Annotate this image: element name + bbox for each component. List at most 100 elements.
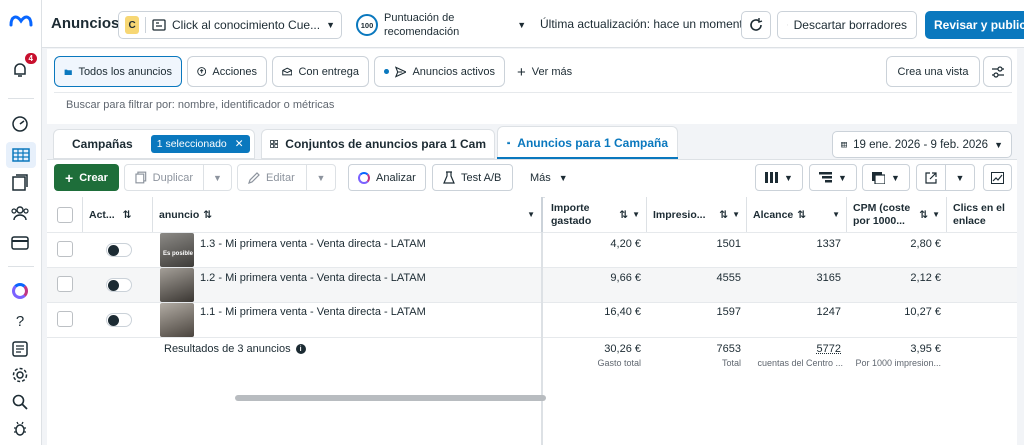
billing-card-icon[interactable] <box>9 232 31 254</box>
tab-actions[interactable]: Acciones <box>187 56 267 87</box>
select-all-checkbox[interactable] <box>56 206 73 223</box>
ad-status-toggle[interactable] <box>106 243 132 257</box>
settings-gear-icon[interactable] <box>9 364 31 386</box>
horizontal-scrollbar[interactable] <box>235 395 546 401</box>
ad-thumbnail[interactable] <box>160 268 194 302</box>
duplicate-button[interactable]: Duplicar <box>124 164 204 191</box>
meta-logo-icon[interactable] <box>8 9 34 31</box>
ab-test-label: Test A/B <box>461 171 502 184</box>
chevron-down-icon[interactable]: ▼ <box>732 210 740 219</box>
sort-icon[interactable]: ⇅ <box>203 209 212 221</box>
duplicate-dropdown[interactable]: ▼ <box>203 164 232 191</box>
sort-icon[interactable]: ⇅ <box>619 209 628 221</box>
score-ring: 100 <box>356 14 378 36</box>
total-spent-caption: Gasto total <box>597 358 641 368</box>
tab-with-delivery[interactable]: Con entrega <box>272 56 369 87</box>
analyze-label: Analizar <box>376 171 416 184</box>
refresh-button[interactable] <box>741 11 771 39</box>
view-settings-button[interactable] <box>983 56 1012 87</box>
breakdown-button[interactable]: ▼ <box>809 164 857 191</box>
chevron-down-icon: ▼ <box>994 139 1003 150</box>
header-link-clicks[interactable]: Clics en el enlace <box>947 197 1017 232</box>
discard-drafts-button[interactable]: Descartar borradores <box>777 11 917 39</box>
tab-adsets[interactable]: Conjuntos de anuncios para 1 Cam <box>261 129 495 159</box>
bug-report-icon[interactable] <box>9 418 31 440</box>
reports-button[interactable]: ▼ <box>862 164 910 191</box>
chevron-down-icon: ▼ <box>784 172 793 183</box>
chevron-down-icon[interactable]: ▼ <box>632 210 640 219</box>
tab-campaigns[interactable]: Campañas 1 seleccionado ✕ <box>53 129 255 159</box>
upload-circle-icon <box>197 67 207 76</box>
ad-name[interactable]: 1.2 - Mi primera venta - Venta directa -… <box>200 260 426 295</box>
export-button[interactable] <box>916 164 946 191</box>
ad-status-toggle[interactable] <box>106 313 132 327</box>
tab-campaigns-label: Campañas <box>72 137 133 151</box>
recommendation-score[interactable]: 100 Puntuación de recomendación ▼ <box>356 10 526 40</box>
sidebar-divider <box>8 98 34 99</box>
tab-ads[interactable]: Anuncios para 1 Campaña <box>497 126 678 159</box>
info-icon[interactable]: i <box>295 344 306 354</box>
total-impressions: 7653 <box>716 343 741 355</box>
ad-thumbnail[interactable] <box>160 303 194 337</box>
meta-ai-ring-icon[interactable] <box>9 280 31 302</box>
plus-icon: + <box>65 169 74 186</box>
active-dot <box>384 69 389 74</box>
ad-name[interactable]: 1.1 - Mi primera venta - Venta directa -… <box>200 294 426 329</box>
help-question-icon[interactable]: ? <box>9 310 31 332</box>
see-more-button[interactable]: + Ver más <box>517 62 572 82</box>
sort-icon[interactable]: ⇅ <box>719 209 728 221</box>
chevron-down-icon: ▼ <box>517 20 527 30</box>
totals-label: Resultados de 3 anuncios i <box>164 343 306 355</box>
close-icon[interactable]: ✕ <box>235 138 244 150</box>
notification-badge: 4 <box>24 53 37 64</box>
selected-chip[interactable]: 1 seleccionado ✕ <box>150 135 250 153</box>
pages-icon[interactable] <box>9 172 31 194</box>
breakdown-icon <box>819 172 833 183</box>
reports-icon[interactable] <box>9 338 31 360</box>
tab-active-ads-label: Anuncios activos <box>412 65 495 78</box>
sort-icon[interactable]: ⇅ <box>919 209 928 221</box>
chevron-down-icon: ▼ <box>558 172 568 183</box>
ad-name[interactable]: 1.3 - Mi primera venta - Venta directa -… <box>200 226 426 261</box>
analyze-button[interactable]: Analizar <box>348 164 426 191</box>
create-button[interactable]: + Crear <box>54 164 119 191</box>
tab-ads-label: Anuncios para 1 Campaña <box>517 136 668 150</box>
sort-icon[interactable]: ⇅ <box>123 209 132 221</box>
edit-dropdown[interactable]: ▼ <box>306 164 336 191</box>
header-impressions-label: Impresio... <box>653 208 706 221</box>
ab-test-button[interactable]: Test A/B <box>432 164 513 191</box>
row-checkbox[interactable] <box>57 276 73 292</box>
total-reach[interactable]: 5772 <box>747 343 841 355</box>
export-dropdown[interactable]: ▼ <box>945 164 975 191</box>
ad-status-toggle[interactable] <box>106 278 132 292</box>
meta-ai-ring-icon <box>358 171 370 184</box>
flask-icon <box>443 171 455 184</box>
chevron-down-icon[interactable]: ▼ <box>932 210 940 219</box>
date-range-picker[interactable]: 19 ene. 2026 - 9 feb. 2026 ▼ <box>832 131 1012 158</box>
review-publish-button[interactable]: Revisar y publicar <box>925 11 1024 39</box>
row-checkbox[interactable] <box>57 311 73 327</box>
reach-cell: 1247 <box>816 305 841 318</box>
dashboard-icon[interactable] <box>9 113 31 135</box>
notifications-bell-icon[interactable]: 4 <box>9 53 37 81</box>
ads-manager-table-icon[interactable] <box>6 142 36 168</box>
tab-active-ads[interactable]: Anuncios activos <box>374 56 505 87</box>
audiences-icon[interactable] <box>9 202 31 224</box>
edit-button[interactable]: Editar <box>237 164 307 191</box>
chevron-down-icon[interactable]: ▼ <box>832 210 840 219</box>
row-checkbox[interactable] <box>57 241 73 257</box>
campaign-selector[interactable]: C Click al conocimiento Cue... ▼ <box>118 11 342 39</box>
columns-button[interactable]: ▼ <box>755 164 803 191</box>
more-button[interactable]: Más ▼ <box>520 164 572 191</box>
cpm-cell: 10,27 € <box>904 305 941 318</box>
sort-icon[interactable]: ⇅ <box>797 209 806 221</box>
search-icon[interactable] <box>9 391 31 413</box>
selector-divider <box>145 17 147 33</box>
ad-thumbnail[interactable]: Es posible <box>160 233 194 267</box>
create-view-button[interactable]: Crea una vista <box>886 56 980 87</box>
tab-all-ads[interactable]: Todos los anuncios <box>54 56 182 87</box>
chevron-down-icon[interactable]: ▼ <box>527 210 535 219</box>
charts-button[interactable] <box>983 164 1012 191</box>
header-active[interactable]: Act... ⇅ <box>83 197 153 232</box>
campaign-selector-label: Click al conocimiento Cue... <box>172 18 321 32</box>
